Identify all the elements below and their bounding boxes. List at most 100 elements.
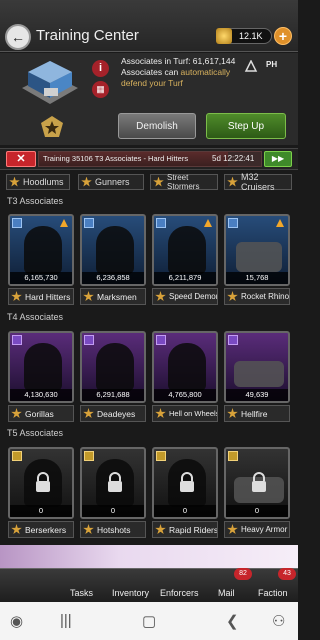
unit-count: 49,639 xyxy=(226,389,288,401)
lock-icon xyxy=(180,472,194,492)
nav-tasks[interactable]: Tasks xyxy=(70,588,93,598)
nav-inventory[interactable]: Inventory xyxy=(112,588,149,598)
unit-card-marksmen[interactable]: 6,236,858 Marksmen xyxy=(80,214,146,317)
gold-icon xyxy=(216,28,232,44)
demolish-button[interactable]: Demolish xyxy=(118,113,196,139)
unit-card-heavy-armor[interactable]: 0 Heavy Armor xyxy=(224,447,290,550)
unit-card-speed-demons[interactable]: 6,211,879 Speed Demons xyxy=(152,214,218,317)
unit-vehicle xyxy=(234,361,284,387)
unit-card-gorillas[interactable]: 4,130,630 Gorillas xyxy=(8,331,74,434)
unit-count: 15,768 xyxy=(226,272,288,284)
fast-forward-icon: ▶▶ xyxy=(271,154,285,163)
home-icon[interactable]: ▢ xyxy=(142,612,156,630)
stats-button[interactable]: ▦ xyxy=(92,81,109,98)
unit-count: 0 xyxy=(226,505,288,517)
speed-up-button[interactable]: ▶▶ xyxy=(264,151,292,167)
header-bar xyxy=(0,0,298,52)
unit-type-icon xyxy=(156,218,166,228)
unit-figure xyxy=(168,226,206,274)
mail-badge: 82 xyxy=(234,568,252,580)
tab-street-stormers[interactable]: Street Stormers xyxy=(150,173,218,191)
training-center-building-icon xyxy=(22,61,78,104)
unit-type-icon xyxy=(12,451,22,461)
unit-name: Hellfire xyxy=(224,405,290,422)
unit-name: Rapid Riders xyxy=(152,521,218,538)
unit-name: Deadeyes xyxy=(80,405,146,422)
add-gold-button[interactable]: + xyxy=(274,27,292,45)
tab-gunners[interactable]: Gunners xyxy=(78,174,144,190)
star-icon xyxy=(155,408,166,419)
overlay-strip xyxy=(0,545,298,569)
training-label: Training 35106 T3 Associates - Hard Hitt… xyxy=(43,154,189,163)
star-icon xyxy=(11,408,22,419)
game-launcher-icon[interactable]: ◉ xyxy=(10,612,23,630)
unit-card-rocket-rhinos[interactable]: 15,768 Rocket Rhinos xyxy=(224,214,290,317)
step-up-button[interactable]: Step Up xyxy=(206,113,286,139)
ph-icon[interactable]: PH xyxy=(266,60,284,74)
unit-vehicle xyxy=(236,242,282,272)
unit-card-rapid-riders[interactable]: 0 Rapid Riders xyxy=(152,447,218,550)
tab-hoodlums[interactable]: Hoodlums xyxy=(6,174,70,190)
back-button[interactable]: ← xyxy=(5,24,31,50)
cancel-training-button[interactable]: ✕ xyxy=(6,151,36,167)
star-icon xyxy=(153,176,164,187)
star-icon xyxy=(227,291,238,302)
nav-enforcers[interactable]: Enforcers xyxy=(160,588,199,598)
unit-figure xyxy=(96,226,134,274)
star-icon xyxy=(155,524,166,535)
star-icon xyxy=(11,524,22,535)
star-icon xyxy=(81,176,92,187)
unit-count: 0 xyxy=(10,505,72,517)
unit-count: 0 xyxy=(154,505,216,517)
star-icon xyxy=(155,291,166,302)
unit-name: Berserkers xyxy=(8,521,74,538)
star-icon xyxy=(83,408,94,419)
system-back-icon[interactable]: ❮ xyxy=(226,612,239,630)
page-title: Training Center xyxy=(36,27,139,44)
recent-apps-icon[interactable]: ||| xyxy=(60,612,72,629)
unit-name: Rocket Rhinos xyxy=(224,288,290,305)
unit-name: Marksmen xyxy=(80,288,146,305)
unit-type-icon xyxy=(228,335,238,345)
section-t3-title: T3 Associates xyxy=(7,196,64,206)
nav-faction[interactable]: Faction xyxy=(258,588,288,598)
accessibility-icon[interactable]: ⚇ xyxy=(272,612,285,630)
lock-icon xyxy=(36,472,50,492)
star-icon xyxy=(227,176,238,187)
recycle-icon[interactable] xyxy=(244,60,258,74)
unit-name: Hell on Wheels xyxy=(152,405,218,422)
unit-card-berserkers[interactable]: 0 Berserkers xyxy=(8,447,74,550)
nav-mail[interactable]: Mail xyxy=(218,588,235,598)
unit-type-icon xyxy=(84,451,94,461)
star-icon xyxy=(227,524,238,535)
back-arrow-icon: ← xyxy=(11,29,25,45)
gold-amount: 12.1K xyxy=(239,31,263,41)
unit-name: Speed Demons xyxy=(152,288,218,305)
unit-count: 6,165,730 xyxy=(10,272,72,284)
star-icon xyxy=(83,524,94,535)
faction-badge: 43 xyxy=(278,568,296,580)
unit-name: Gorillas xyxy=(8,405,74,422)
close-icon: ✕ xyxy=(16,153,26,165)
unit-card-hard-hitters[interactable]: 6,165,730 Hard Hitters xyxy=(8,214,74,317)
tab-m32-cruisers[interactable]: M32 Cruisers xyxy=(224,172,292,192)
unit-count: 4,130,630 xyxy=(10,389,72,401)
unit-type-icon xyxy=(228,218,238,228)
star-icon xyxy=(83,291,94,302)
unit-type-icon xyxy=(84,335,94,345)
unit-type-icon xyxy=(12,218,22,228)
unit-card-hell-on-wheels[interactable]: 4,765,800 Hell on Wheels xyxy=(152,331,218,434)
upgrade-arrow-icon xyxy=(276,219,284,227)
rank-star-icon xyxy=(41,116,63,137)
unit-card-hellfire[interactable]: 49,639 Hellfire xyxy=(224,331,290,434)
lock-icon xyxy=(108,472,122,492)
info-button[interactable]: i xyxy=(92,60,109,77)
unit-count: 4,765,800 xyxy=(154,389,216,401)
unit-count: 0 xyxy=(82,505,144,517)
star-icon xyxy=(227,408,238,419)
unit-card-deadeyes[interactable]: 6,291,688 Deadeyes xyxy=(80,331,146,434)
training-time: 5d 12:22:41 xyxy=(212,154,255,163)
unit-card-hotshots[interactable]: 0 Hotshots xyxy=(80,447,146,550)
unit-name: Heavy Armor xyxy=(224,521,290,538)
unit-figure xyxy=(24,226,62,274)
